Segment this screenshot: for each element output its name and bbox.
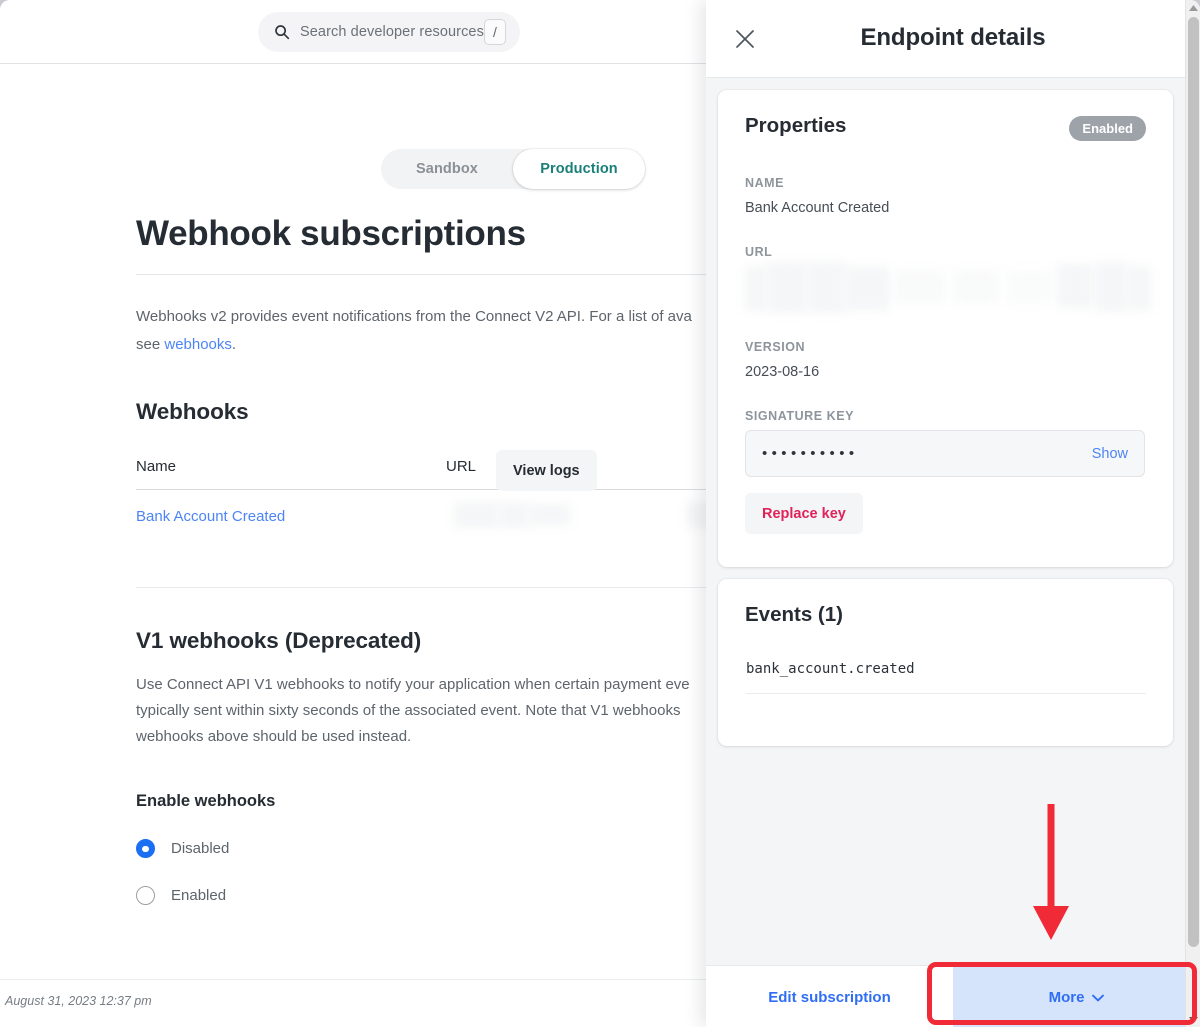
- events-heading: Events (1): [745, 603, 843, 627]
- panel-title: Endpoint details: [706, 24, 1200, 52]
- column-header-name: Name: [136, 458, 446, 475]
- properties-card: Properties Enabled NAME Bank Account Cre…: [718, 90, 1173, 567]
- status-badge: Enabled: [1069, 116, 1146, 141]
- chevron-down-icon: [1092, 994, 1104, 1002]
- radio-button-icon: [136, 886, 155, 905]
- page-intro-line2-suffix: .: [232, 336, 236, 353]
- field-label-name: NAME: [745, 176, 784, 190]
- radio-button-icon: [136, 839, 155, 858]
- list-item: bank_account.created: [746, 661, 1146, 694]
- webhook-name-link[interactable]: Bank Account Created: [136, 508, 446, 525]
- field-label-version: VERSION: [745, 340, 805, 354]
- page-intro-line2-prefix: see: [136, 336, 164, 353]
- panel-scrollbar[interactable]: [1185, 0, 1200, 1027]
- app-window: Search developer resources / Sandbox Pro…: [0, 0, 1200, 1027]
- endpoint-details-panel: Endpoint details Properties Enabled NAME…: [706, 0, 1200, 1027]
- field-value-url-redacted: [745, 262, 1145, 315]
- search-icon: [274, 24, 290, 40]
- more-button[interactable]: More: [953, 966, 1200, 1027]
- scrollbar-thumb[interactable]: [1188, 17, 1199, 947]
- radio-enabled-label: Enabled: [171, 887, 226, 904]
- webhooks-link[interactable]: webhooks: [164, 336, 232, 353]
- field-value-name: Bank Account Created: [745, 200, 889, 216]
- field-label-url: URL: [745, 245, 772, 259]
- search-placeholder: Search developer resources: [300, 24, 484, 40]
- panel-header: Endpoint details: [706, 0, 1200, 78]
- v1-description-line1: Use Connect API V1 webhooks to notify yo…: [136, 676, 690, 693]
- v1-description-line3: webhooks above should be used instead.: [136, 728, 411, 745]
- field-value-version: 2023-08-16: [745, 364, 819, 380]
- radio-disabled-label: Disabled: [171, 840, 229, 857]
- page-intro-line1: Webhooks v2 provides event notifications…: [136, 308, 692, 325]
- signature-key-field[interactable]: •••••••••• Show: [745, 430, 1145, 477]
- scroll-up-arrow-icon[interactable]: [1186, 0, 1200, 15]
- footer-timestamp: August 31, 2023 12:37 pm: [5, 994, 152, 1008]
- signature-key-masked-value: ••••••••••: [746, 445, 1092, 462]
- show-signature-key-link[interactable]: Show: [1092, 446, 1144, 462]
- edit-subscription-button[interactable]: Edit subscription: [706, 966, 953, 1027]
- more-button-label: More: [1049, 989, 1085, 1006]
- view-logs-button[interactable]: View logs: [496, 450, 597, 491]
- v1-description-line2: typically sent within sixty seconds of t…: [136, 702, 680, 719]
- panel-footer: Edit subscription More: [706, 965, 1200, 1027]
- replace-key-button[interactable]: Replace key: [745, 493, 863, 534]
- search-input[interactable]: Search developer resources /: [258, 12, 520, 52]
- field-label-signature-key: SIGNATURE KEY: [745, 409, 854, 423]
- webhook-url-redacted: [446, 502, 746, 530]
- properties-heading: Properties: [745, 114, 846, 138]
- search-shortcut-key: /: [484, 19, 506, 45]
- scroll-down-arrow-icon[interactable]: [1186, 1012, 1200, 1027]
- events-card: Events (1) bank_account.created: [718, 579, 1173, 746]
